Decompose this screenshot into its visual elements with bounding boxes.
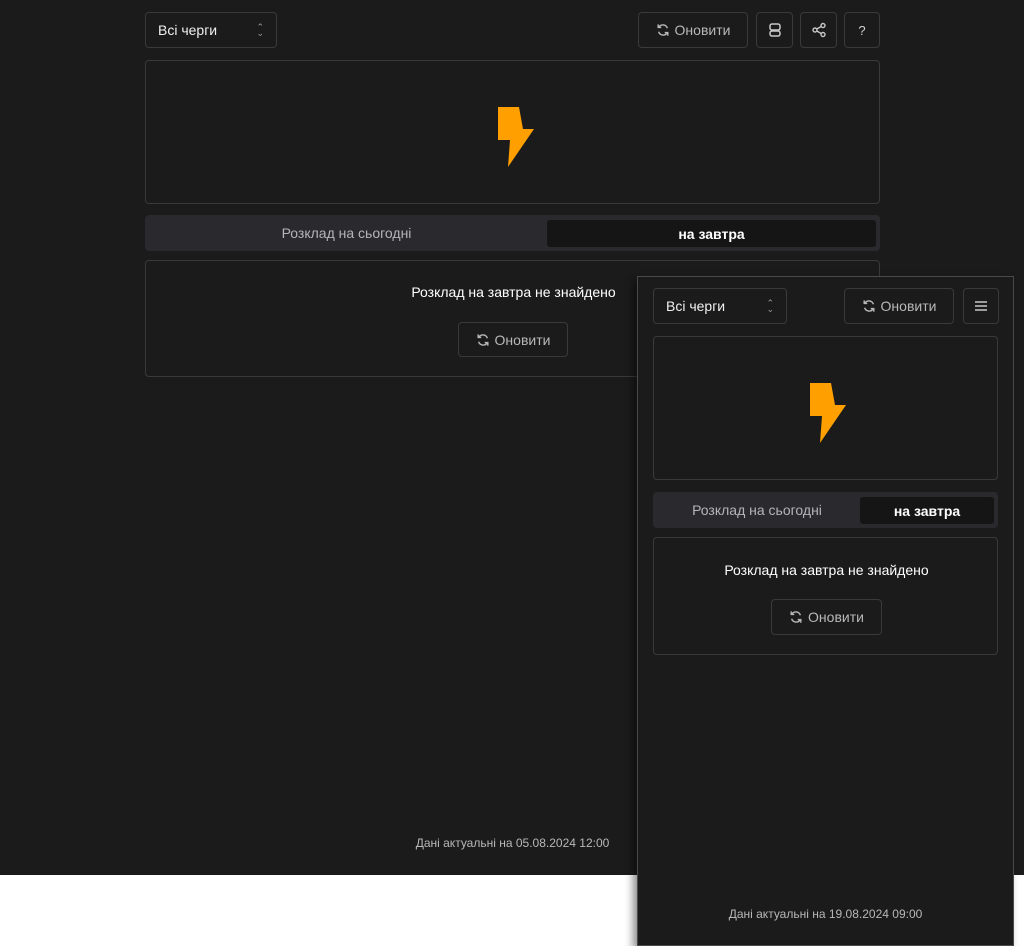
data-timestamp: Дані актуальні на 19.08.2024 09:00 (728, 907, 923, 921)
schedule-tabs: Розклад на сьогодні на завтра (145, 215, 880, 251)
queue-select-value: Всі черги (666, 298, 726, 314)
select-chevron-icon: ⌃ ⌄ (766, 298, 774, 314)
refresh-button-label: Оновити (674, 22, 731, 38)
refresh-icon (863, 300, 875, 312)
robot-icon (768, 23, 781, 37)
tab-tomorrow[interactable]: на завтра (860, 497, 994, 524)
mobile-view: Всі черги ⌃ ⌄ Оновити Розклад на сьогодні… (637, 276, 1014, 946)
empty-refresh-button[interactable]: Оновити (771, 599, 882, 635)
queue-select-value: Всі черги (158, 22, 218, 38)
lightning-icon (498, 107, 534, 167)
empty-refresh-label: Оновити (494, 331, 551, 348)
empty-schedule-message: Розклад на завтра не знайдено (724, 562, 929, 578)
queue-select[interactable]: Всі черги ⌃ ⌄ (145, 12, 277, 48)
status-card (653, 336, 998, 480)
robot-button[interactable] (756, 12, 793, 48)
schedule-card: Розклад на завтра не знайдено Оновити (653, 537, 998, 655)
menu-icon (975, 301, 987, 311)
help-button-label: ? (858, 22, 866, 38)
share-button[interactable] (800, 12, 837, 48)
refresh-button[interactable]: Оновити (638, 12, 748, 48)
refresh-button[interactable]: Оновити (844, 288, 954, 324)
tab-today[interactable]: Розклад на сьогодні (145, 215, 548, 251)
empty-refresh-button[interactable]: Оновити (458, 322, 568, 357)
schedule-tabs: Розклад на сьогодні на завтра (653, 492, 998, 528)
refresh-icon (657, 24, 669, 36)
tab-tomorrow[interactable]: на завтра (547, 220, 876, 247)
select-chevron-icon: ⌃ ⌄ (256, 22, 264, 38)
lightning-icon (810, 383, 846, 443)
status-card (145, 60, 880, 204)
tab-today[interactable]: Розклад на сьогодні (653, 492, 861, 528)
help-button[interactable]: ? (844, 12, 880, 48)
refresh-icon (477, 333, 489, 346)
refresh-icon (790, 611, 802, 623)
queue-select[interactable]: Всі черги ⌃ ⌄ (653, 288, 787, 324)
empty-refresh-label: Оновити (808, 609, 864, 625)
share-icon (811, 22, 826, 38)
menu-button[interactable] (963, 288, 999, 324)
refresh-button-label: Оновити (880, 298, 937, 314)
